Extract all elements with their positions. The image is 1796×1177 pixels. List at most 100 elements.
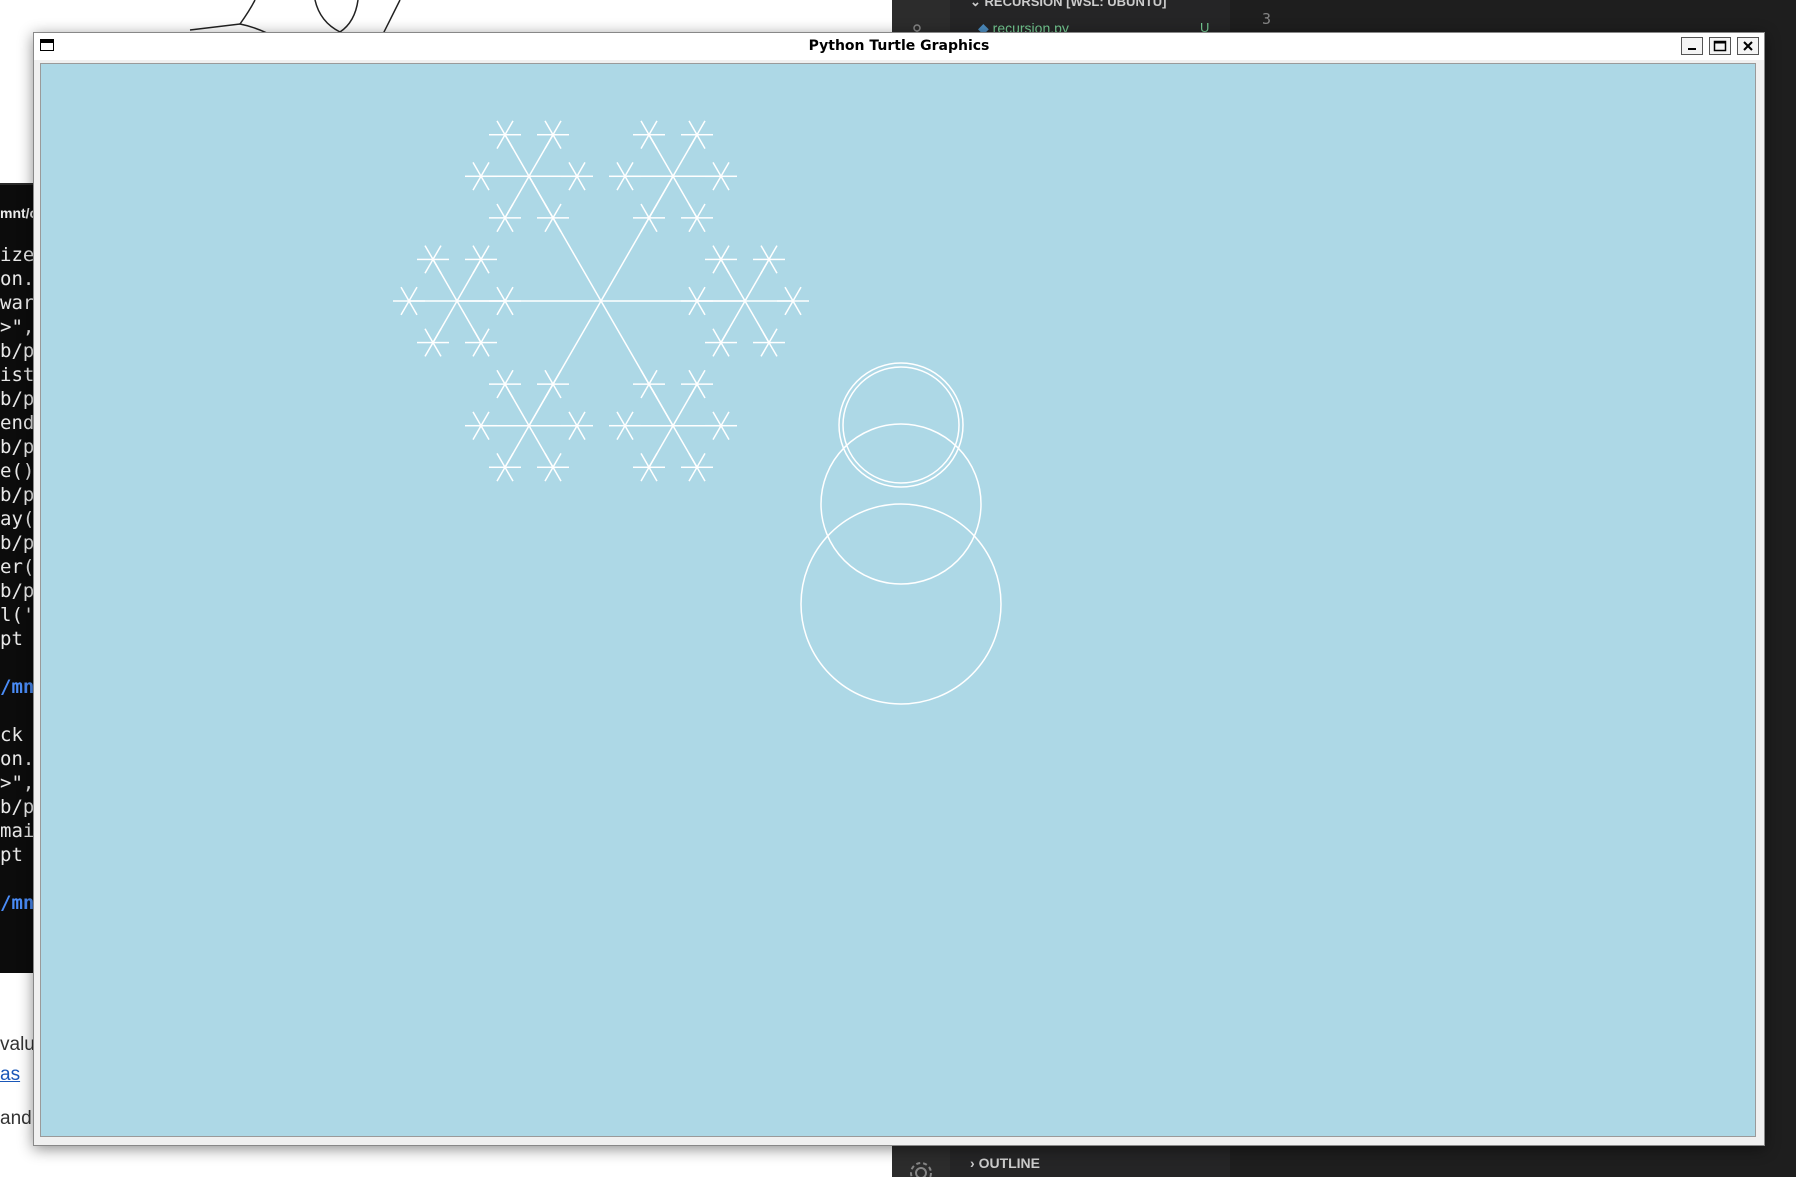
snowflake-stroke: [760, 245, 770, 260]
snowflake-stroke: [640, 369, 650, 385]
snowflake-stroke: [640, 217, 650, 233]
snowflake-stroke: [768, 328, 778, 343]
line-number: 3: [1262, 10, 1272, 28]
snowflake-stroke: [696, 286, 706, 302]
snowflake-stroke: [784, 300, 794, 316]
snowflake-stroke: [496, 203, 506, 219]
close-button[interactable]: [1737, 37, 1759, 55]
snowflake-stroke: [648, 466, 658, 482]
snowflake-stroke: [688, 383, 698, 399]
snowman-circle: [842, 366, 960, 484]
snowflake-stroke: [624, 175, 634, 191]
snowflake-stroke: [720, 175, 730, 191]
terminal-prompt-path: /mn: [0, 892, 35, 914]
snowflake-stroke: [480, 342, 490, 357]
terminal-line: pt: [0, 628, 23, 650]
minimize-button[interactable]: [1681, 37, 1703, 55]
snowflake-stroke: [496, 300, 506, 316]
snowflake-stroke: [544, 120, 554, 136]
snowflake-stroke: [688, 466, 698, 482]
terminal-output: ize on. war >", b/p ist b/p end b/p e() …: [0, 243, 34, 915]
close-icon: [1743, 41, 1753, 51]
snowflake-stroke: [712, 162, 722, 177]
snowflake-stroke: [712, 411, 722, 427]
explorer-section-header[interactable]: ⌄ RECURSION [WSL: UBUNTU]: [970, 0, 1167, 10]
terminal-line: ay(: [0, 508, 35, 530]
snowflake-stroke: [408, 286, 418, 302]
terminal-line: b/p: [0, 388, 35, 410]
snowflake-stroke: [552, 203, 562, 219]
snowflake-stroke: [624, 411, 634, 427]
terminal-line: b/p: [0, 796, 35, 818]
snowflake-stroke: [616, 162, 626, 177]
snowflake-stroke: [576, 425, 586, 440]
snowflake-stroke: [624, 425, 634, 440]
snowflake-stroke: [696, 134, 706, 149]
turtle-canvas[interactable]: [41, 64, 1755, 1136]
snowflake-stroke: [472, 425, 482, 440]
snowflake-stroke: [696, 120, 706, 136]
snowflake-stroke: [696, 369, 706, 385]
snowflake-stroke: [568, 425, 578, 440]
snowflake-stroke: [504, 286, 514, 302]
snowflake-stroke: [552, 120, 562, 136]
snowflake-stroke: [792, 286, 802, 302]
snowflake-stroke: [720, 259, 730, 274]
snowflake-stroke: [568, 411, 578, 427]
snowflake-stroke: [720, 162, 730, 177]
snowflake-stroke: [472, 328, 482, 343]
snowflake-stroke: [472, 259, 482, 274]
snowflake-stroke: [616, 411, 626, 427]
snowflake-stroke: [712, 175, 722, 191]
snowflake-stroke: [696, 383, 706, 399]
terminal-line: >",: [0, 316, 35, 338]
outline-section-header[interactable]: › OUTLINE: [970, 1155, 1040, 1171]
snowflake-stroke: [712, 328, 722, 343]
snowflake-stroke: [552, 453, 562, 468]
snowflake-stroke: [504, 300, 514, 316]
snowflake-stroke: [640, 120, 650, 136]
snowflake-stroke: [472, 175, 482, 191]
terminal-line: e(): [0, 460, 35, 482]
snowflake-stroke: [768, 245, 778, 260]
snowflake-stroke: [688, 286, 698, 302]
snowflake-stroke: [480, 175, 490, 191]
chevron-down-icon: ⌄: [970, 0, 985, 9]
snowflake-stroke: [544, 134, 554, 149]
snowflake-stroke: [480, 259, 490, 274]
snowflake-stroke: [568, 175, 578, 191]
terminal-line: >",: [0, 772, 35, 794]
snowflake-stroke: [768, 259, 778, 274]
terminal-line: on.: [0, 748, 35, 770]
snowflake-stroke: [504, 203, 514, 219]
snowflake-stroke: [544, 217, 554, 233]
explorer-section-label: RECURSION [WSL: UBUNTU]: [984, 0, 1167, 9]
snowflake-stroke: [400, 286, 410, 302]
window-titlebar[interactable]: Python Turtle Graphics: [34, 33, 1764, 60]
terminal-line: pt: [0, 844, 23, 866]
snowflake-stroke: [576, 175, 586, 191]
page-link[interactable]: as: [0, 1060, 35, 1090]
snowflake-stroke: [688, 203, 698, 219]
snowflake-stroke: [552, 134, 562, 149]
snowflake-stroke: [432, 328, 442, 343]
terminal-line: b/p: [0, 580, 35, 602]
snowflake-stroke: [688, 217, 698, 233]
snowflake-stroke: [648, 217, 658, 233]
recursive-snowflake-drawing: [393, 120, 809, 482]
snowflake-stroke: [504, 134, 514, 149]
maximize-button[interactable]: [1709, 37, 1731, 55]
snowflake-stroke: [496, 466, 506, 482]
turtle-canvas-frame: [40, 63, 1756, 1137]
snowflake-stroke: [480, 162, 490, 177]
snowflake-stroke: [544, 369, 554, 385]
snowflake-stroke: [424, 328, 434, 343]
snowflake-stroke: [648, 120, 658, 136]
gear-icon[interactable]: [906, 1158, 936, 1177]
snowflake-stroke: [424, 259, 434, 274]
snowflake-stroke: [624, 162, 634, 177]
snowflake-stroke: [432, 245, 442, 260]
snowman-circle: [800, 503, 1002, 705]
snowflake-stroke: [504, 453, 514, 468]
